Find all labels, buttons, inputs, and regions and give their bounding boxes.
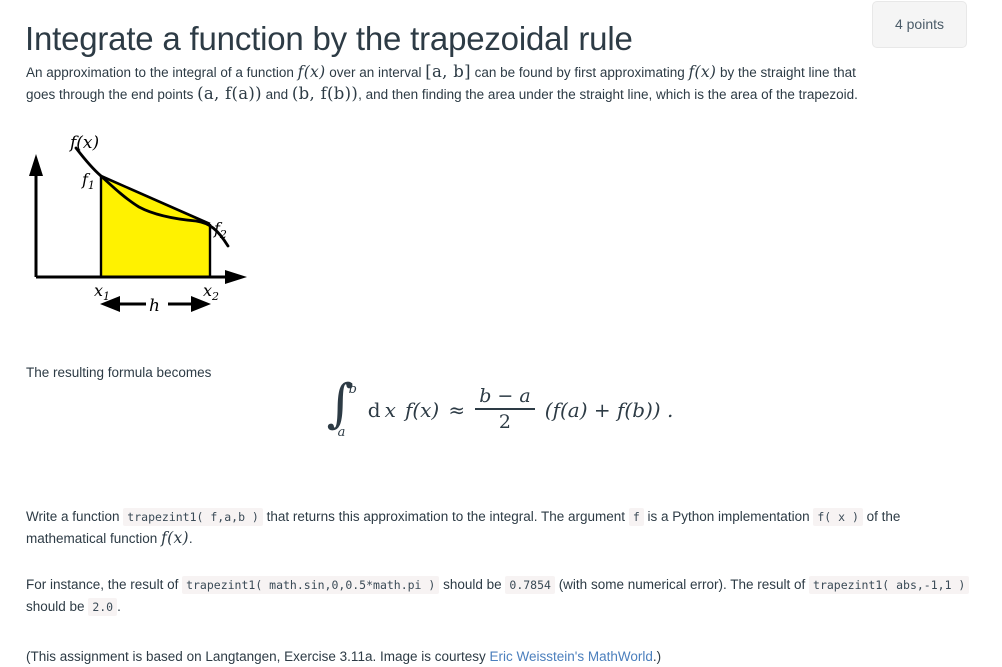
write-math-fx: f(x) [161, 528, 189, 547]
code-f-of-x: f( x ) [813, 507, 863, 526]
write-text-2: that returns this approximation to the i… [262, 508, 629, 524]
equation-tail: (f(a) + f(b)) . [544, 398, 674, 422]
label-x1-subscript: 1 [103, 290, 110, 303]
points-badge-label: 4 points [894, 16, 945, 32]
instance-text-1: For instance, the result of [26, 576, 183, 592]
assignment-page: Integrate a function by the trapezoidal … [0, 0, 1002, 664]
integral-upper-limit: b [348, 382, 357, 397]
intro-paragraph: An approximation to the integral of a fu… [26, 61, 876, 105]
write-text-3: is a Python implementation [643, 508, 814, 524]
label-f2-subscript: 2 [219, 228, 227, 241]
write-function-paragraph: Write a function trapezint1( f,a,b ) tha… [26, 506, 978, 549]
label-h: h [149, 296, 160, 316]
intro-math-fx-2: f(x) [688, 62, 717, 81]
intro-text-6: , and then finding the area under the st… [358, 86, 858, 102]
instance-text-2: should be [439, 576, 506, 592]
mathworld-link[interactable]: Eric Weisstein's MathWorld [490, 649, 653, 664]
credit-paragraph: (This assignment is based on Langtangen,… [26, 646, 926, 667]
fraction-denominator: 2 [498, 410, 511, 433]
label-x1: x1 [94, 281, 110, 303]
label-f1-subscript: 1 [88, 179, 95, 192]
intro-math-point-b: (b, f(b)) [291, 83, 359, 103]
integral-operator: ∫ b a [327, 376, 361, 440]
trapezoid-figure: f(x) f1 f2 x1 x2 h [14, 128, 264, 318]
instance-text-4: should be [26, 598, 89, 614]
differential-d: d [367, 398, 381, 422]
write-text-5: . [188, 530, 193, 546]
code-trapezint1-signature: trapezint1( f,a,b ) [123, 507, 263, 526]
instance-text-5: . [117, 598, 121, 614]
fraction-b-minus-a-over-2: b − a 2 [472, 385, 538, 433]
differential-x: x [384, 398, 396, 422]
intro-math-point-a: (a, f(a)) [197, 83, 262, 103]
code-expected-value-1: 0.7854 [505, 575, 555, 594]
example-paragraph: For instance, the result of trapezint1( … [26, 574, 978, 618]
points-badge: 4 points [872, 1, 967, 48]
label-f1: f1 [81, 170, 95, 192]
code-example-abs-call: trapezint1( abs,-1,1 ) [809, 575, 970, 594]
label-x2: x2 [203, 281, 219, 303]
credit-text-2: .) [652, 648, 662, 664]
trapezoid-diagram-svg: f(x) f1 f2 x1 x2 h [29, 133, 247, 316]
intro-math-interval: [a, b] [425, 61, 471, 81]
code-expected-value-2: 2.0 [88, 597, 118, 616]
curve-label-fx: f(x) [68, 133, 99, 153]
display-equation: ∫ b a dx f(x) ≈ b − a 2 (f(a) + f(b)) . [0, 376, 1002, 452]
intro-text-1: An approximation to the integral of a fu… [26, 64, 298, 80]
equation-expression: ∫ b a dx f(x) ≈ b − a 2 (f(a) + f(b)) . [327, 376, 676, 440]
label-f2: f2 [213, 219, 227, 241]
write-text-1: Write a function [26, 508, 124, 524]
integrand-fx: f(x) [404, 398, 440, 422]
instance-text-3: (with some numerical error). The result … [554, 576, 810, 592]
intro-text-5: and [261, 86, 292, 102]
y-axis-arrowhead [29, 154, 43, 176]
approx-sign: ≈ [448, 398, 466, 422]
label-x2-subscript: 2 [211, 290, 219, 303]
fraction-numerator: b − a [479, 385, 531, 408]
code-example-sin-call: trapezint1( math.sin,0,0.5*math.pi ) [182, 575, 440, 594]
x-axis-arrowhead [225, 270, 247, 284]
intro-text-3: can be found by first approximating [470, 64, 689, 80]
credit-text-1: (This assignment is based on Langtangen,… [26, 648, 490, 664]
intro-math-fx-1: f(x) [297, 62, 326, 81]
code-arg-f: f [628, 507, 644, 526]
integral-lower-limit: a [337, 425, 346, 440]
intro-text-2: over an interval [325, 64, 426, 80]
page-title: Integrate a function by the trapezoidal … [25, 20, 633, 58]
